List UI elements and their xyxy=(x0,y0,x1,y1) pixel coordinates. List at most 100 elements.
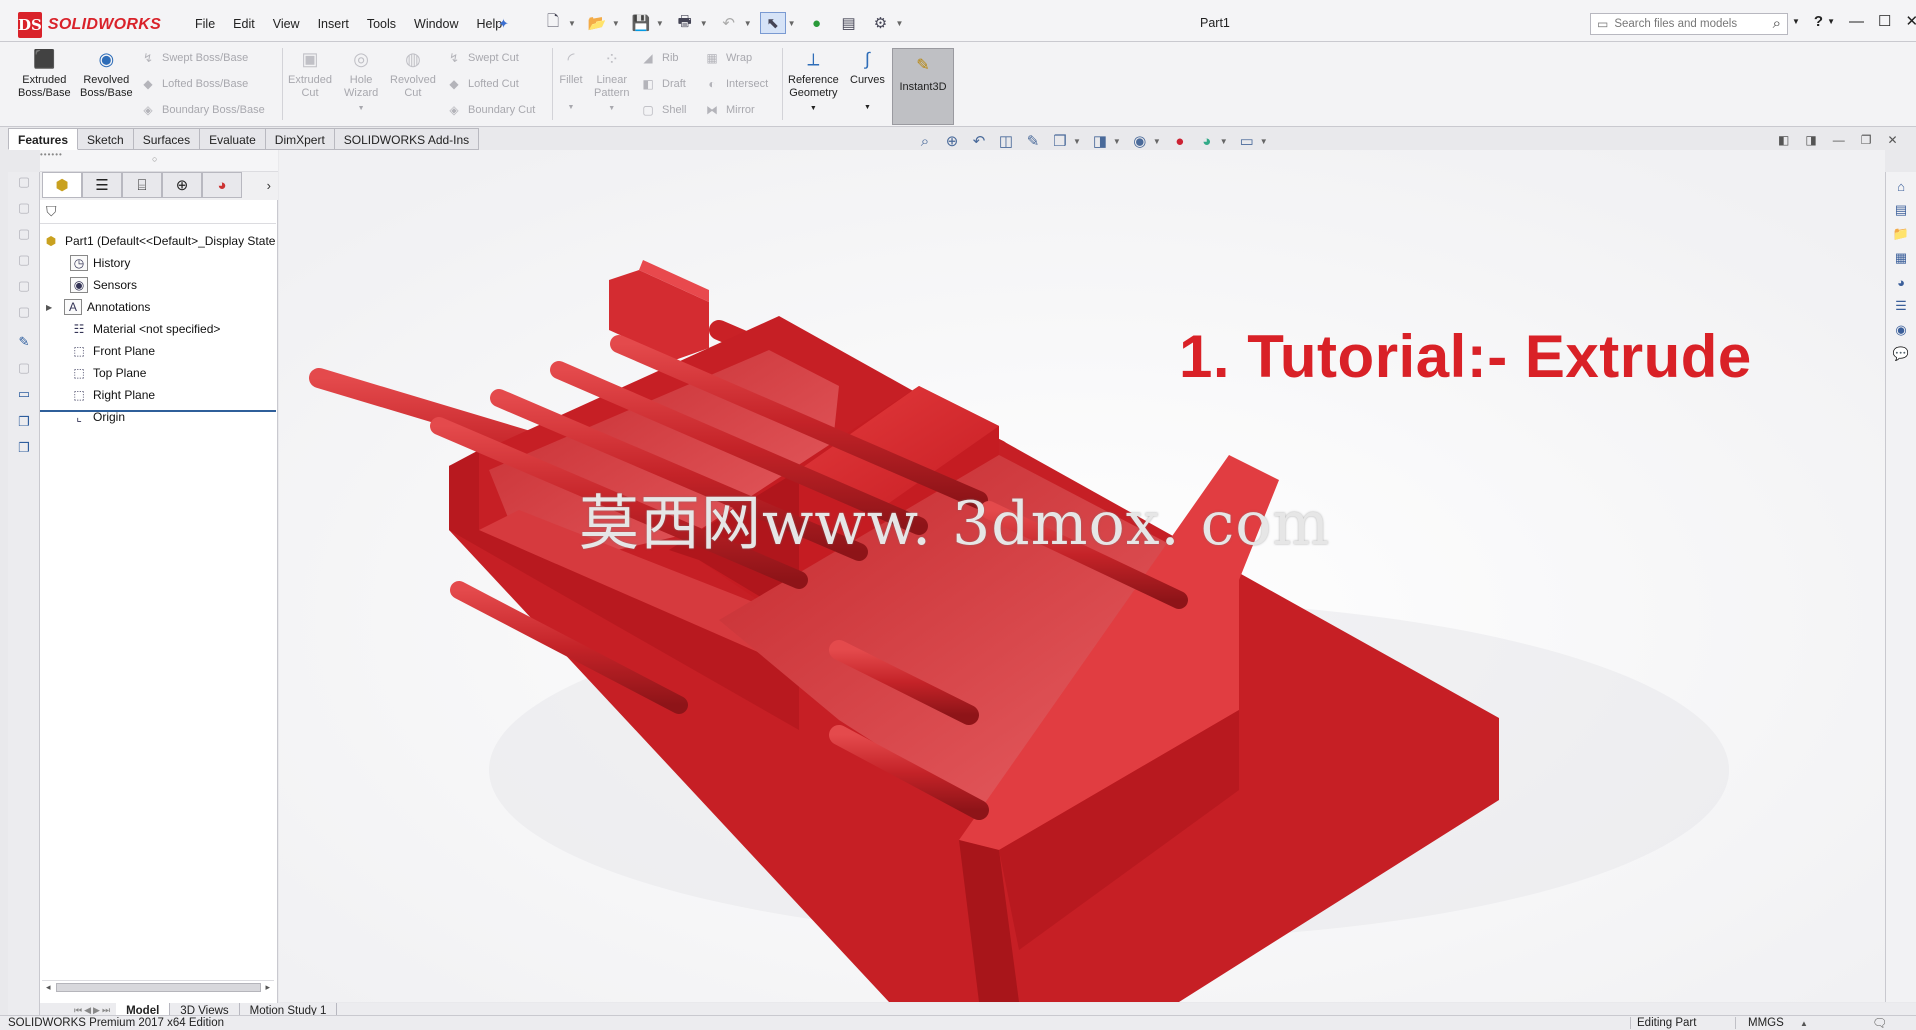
feature-manager-tab-icon[interactable]: ⬢ xyxy=(42,172,82,198)
menu-file[interactable]: File xyxy=(186,14,224,34)
tab-sketch[interactable]: Sketch xyxy=(78,128,134,150)
wrap-button[interactable]: ▦ Wrap xyxy=(704,50,752,66)
strip-tool-1-icon[interactable]: ▢ xyxy=(13,172,35,192)
print-dropdown-icon[interactable]: ▼ xyxy=(700,19,708,28)
display-style-icon[interactable]: ◨ xyxy=(1090,131,1110,151)
search-icon[interactable]: ⌕ xyxy=(1773,15,1781,32)
close-icon[interactable]: ✕ xyxy=(1905,12,1916,30)
search-box[interactable]: ▭ Search files and models ⌕ xyxy=(1590,13,1788,35)
tree-item-history[interactable]: ◷ History xyxy=(40,252,278,274)
viewport-minimize-icon[interactable]: — xyxy=(1833,133,1845,147)
intersect-button[interactable]: ◐ Intersect xyxy=(704,76,768,92)
rollback-bar[interactable] xyxy=(40,410,276,412)
save-dropdown-icon[interactable]: ▼ xyxy=(656,19,664,28)
view-orientation-dropdown-icon[interactable]: ▼ xyxy=(1073,137,1081,146)
solidworks-logo[interactable]: DS SOLIDWORKS xyxy=(18,9,161,40)
tree-root-part[interactable]: ⬢ Part1 (Default<<Default>_Display State xyxy=(40,230,278,252)
more-tabs-chevron-icon[interactable]: › xyxy=(267,178,271,193)
zoom-to-area-icon[interactable]: ⊕ xyxy=(942,131,962,151)
design-library-icon[interactable]: 📁 xyxy=(1891,224,1911,244)
expand-arrow-icon[interactable]: ▶ xyxy=(46,303,64,312)
select-pointer-icon[interactable]: ⬉ xyxy=(759,12,786,34)
menu-tools[interactable]: Tools xyxy=(358,14,405,34)
boundary-cut-button[interactable]: ◈ Boundary Cut xyxy=(446,102,535,118)
viewport-close-icon[interactable]: ✕ xyxy=(1887,133,1897,147)
strip-tool-6-icon[interactable]: ▢ xyxy=(13,302,35,322)
print-icon[interactable]: 🖶 xyxy=(672,12,698,34)
new-document-icon[interactable]: 🗋 xyxy=(540,12,566,34)
linear-pattern-dropdown-icon[interactable]: ▼ xyxy=(608,102,615,115)
reference-geometry-dropdown-icon[interactable]: ▼ xyxy=(810,102,817,115)
pin-menu-icon[interactable]: ✦ xyxy=(498,16,509,32)
lofted-boss-button[interactable]: ◆ Lofted Boss/Base xyxy=(140,76,248,92)
select-dropdown-icon[interactable]: ▼ xyxy=(788,19,796,28)
fillet-dropdown-icon[interactable]: ▼ xyxy=(568,101,575,114)
mirror-button[interactable]: ⧓ Mirror xyxy=(704,102,755,118)
rib-button[interactable]: ◢ Rib xyxy=(640,50,678,66)
strip-display-icon[interactable]: ▭ xyxy=(13,384,35,404)
graphics-area[interactable]: 1. Tutorial:- Extrude 莫西网www. 3dmox. com xyxy=(279,150,1885,1002)
edit-appearance-icon[interactable]: ● xyxy=(1170,131,1190,151)
strip-tool-5-icon[interactable]: ▢ xyxy=(13,276,35,296)
undo-dropdown-icon[interactable]: ▼ xyxy=(744,19,752,28)
display-manager-tab-icon[interactable]: ◕ xyxy=(202,172,242,198)
view-settings-dropdown-icon[interactable]: ▼ xyxy=(1260,137,1268,146)
tree-item-material[interactable]: ☷ Material <not specified> xyxy=(40,318,278,340)
tree-item-annotations[interactable]: ▶ A Annotations xyxy=(40,296,278,318)
fillet-button[interactable]: ◜ Fillet ▼ xyxy=(558,48,584,114)
curves-dropdown-icon[interactable]: ▼ xyxy=(864,101,871,114)
linear-pattern-button[interactable]: ⁘ Linear Pattern ▼ xyxy=(594,48,629,115)
lofted-cut-button[interactable]: ◆ Lofted Cut xyxy=(446,76,518,92)
boundary-boss-button[interactable]: ◈ Boundary Boss/Base xyxy=(140,102,264,118)
options-gear-icon[interactable]: ⚙ xyxy=(868,12,894,34)
options-dropdown-icon[interactable]: ▼ xyxy=(896,19,904,28)
minimize-icon[interactable]: — xyxy=(1849,13,1864,30)
maximize-icon[interactable]: ☐ xyxy=(1878,12,1891,30)
zoom-to-fit-icon[interactable]: ⌕ xyxy=(915,131,935,151)
swept-boss-button[interactable]: ↯ Swept Boss/Base xyxy=(140,50,248,66)
section-view-icon[interactable]: ◫ xyxy=(996,131,1016,151)
revolved-boss-button[interactable]: ◉ Revolved Boss/Base xyxy=(80,48,133,100)
strip-tool-8-icon[interactable]: ▢ xyxy=(13,358,35,378)
strip-tool-2-icon[interactable]: ▢ xyxy=(13,198,35,218)
previous-view-icon[interactable]: ↶ xyxy=(969,131,989,151)
reference-geometry-button[interactable]: ⟂ Reference Geometry ▼ xyxy=(788,48,839,115)
hole-wizard-button[interactable]: ◎ Hole Wizard ▼ xyxy=(344,48,378,115)
extruded-boss-button[interactable]: ⬛ Extruded Boss/Base xyxy=(18,48,71,100)
undo-icon[interactable]: ↶ xyxy=(716,12,742,34)
unit-system[interactable]: MMGS xyxy=(1735,1017,1784,1029)
instant3d-button[interactable]: ✎ Instant3D xyxy=(892,48,954,125)
part-model-render[interactable] xyxy=(279,150,1885,1002)
scroll-right-icon[interactable]: ▸ xyxy=(265,982,270,993)
feature-tree-filter[interactable]: ⛉ xyxy=(40,200,276,224)
strip-tool-4-icon[interactable]: ▢ xyxy=(13,250,35,270)
configuration-manager-tab-icon[interactable]: ⌸ xyxy=(122,172,162,198)
strip-sketch-icon[interactable]: ✎ xyxy=(13,332,35,352)
chat-icon[interactable]: 💬 xyxy=(1891,344,1911,364)
solidworks-forum-icon[interactable]: ◉ xyxy=(1891,320,1911,340)
viewport-restore-icon[interactable]: ❐ xyxy=(1861,133,1872,147)
open-folder-icon[interactable]: 📂 xyxy=(584,12,610,34)
tab-addins[interactable]: SOLIDWORKS Add-Ins xyxy=(334,128,480,150)
new-dropdown-icon[interactable]: ▼ xyxy=(568,19,576,28)
appearances-icon[interactable]: ◕ xyxy=(1891,272,1911,292)
search-scope-icon[interactable]: ▭ xyxy=(1597,17,1608,31)
viewport-split-left-icon[interactable]: ◧ xyxy=(1778,133,1789,147)
dynamic-annotation-icon[interactable]: ✎ xyxy=(1023,131,1043,151)
view-settings-icon[interactable]: ▭ xyxy=(1237,131,1257,151)
open-dropdown-icon[interactable]: ▼ xyxy=(612,19,620,28)
search-input[interactable]: Search files and models xyxy=(1614,18,1737,30)
apply-scene-dropdown-icon[interactable]: ▼ xyxy=(1220,137,1228,146)
menu-edit[interactable]: Edit xyxy=(224,14,264,34)
filter-icon[interactable]: ⛉ xyxy=(46,203,57,220)
help-button[interactable]: ? xyxy=(1814,13,1823,30)
swept-cut-button[interactable]: ↯ Swept Cut xyxy=(446,50,519,66)
file-explorer-icon[interactable]: ▦ xyxy=(1891,248,1911,268)
tooltip-toggle-icon[interactable]: 🗨 xyxy=(1872,1016,1887,1030)
view-orientation-icon[interactable]: ❒ xyxy=(1050,131,1070,151)
display-style-dropdown-icon[interactable]: ▼ xyxy=(1113,137,1121,146)
custom-properties-icon[interactable]: ☰ xyxy=(1891,296,1911,316)
tab-surfaces[interactable]: Surfaces xyxy=(133,128,201,150)
scroll-left-icon[interactable]: ◂ xyxy=(46,982,51,993)
shell-button[interactable]: ▢ Shell xyxy=(640,102,686,118)
